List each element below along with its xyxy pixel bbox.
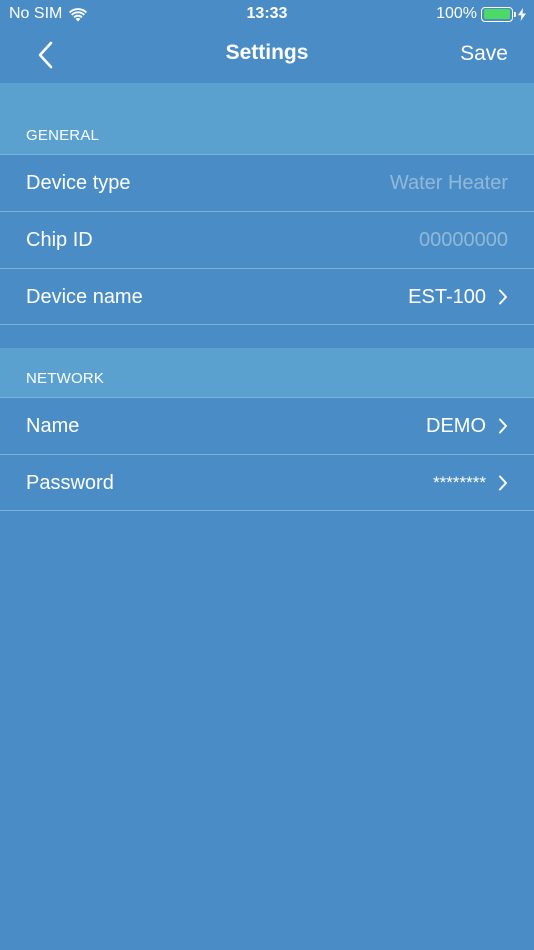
battery-fill	[483, 9, 510, 19]
device-type-value: Water Heater	[389, 171, 508, 194]
device-name-label: Device name	[26, 285, 143, 308]
device-type-row: Device type Water Heater	[0, 154, 534, 211]
save-button[interactable]: Save	[460, 42, 508, 66]
password-label: Password	[26, 471, 114, 494]
network-name-label: Name	[26, 414, 80, 437]
chip-id-row: Chip ID 00000000	[0, 211, 534, 268]
password-value: ********	[433, 473, 486, 492]
status-bar: No SIM 13:33 100%	[0, 0, 534, 28]
chevron-right-icon	[498, 475, 508, 491]
chevron-right-icon	[498, 418, 508, 434]
battery-percent: 100%	[436, 5, 477, 22]
general-section-header: GENERAL	[0, 103, 534, 154]
battery-icon	[481, 6, 516, 22]
charging-bolt-icon	[518, 7, 526, 21]
navigation-bar: Settings Save	[0, 28, 534, 83]
network-name-row[interactable]: Name DEMO	[0, 397, 534, 454]
top-spacer	[0, 83, 534, 103]
section-bottom-divider	[0, 510, 534, 511]
device-name-row[interactable]: Device name EST-100	[0, 268, 534, 325]
page-title: Settings	[225, 41, 309, 64]
section-divider	[0, 324, 534, 325]
device-name-value: EST-100	[408, 285, 486, 308]
chip-id-label: Chip ID	[26, 228, 93, 251]
network-name-value: DEMO	[426, 414, 486, 437]
device-type-label: Device type	[26, 171, 131, 194]
network-section-header: NETWORK	[0, 348, 534, 397]
password-row[interactable]: Password ********	[0, 454, 534, 511]
status-right: 100%	[436, 5, 526, 23]
chip-id-value: 00000000	[419, 228, 508, 251]
chevron-right-icon	[498, 289, 508, 305]
